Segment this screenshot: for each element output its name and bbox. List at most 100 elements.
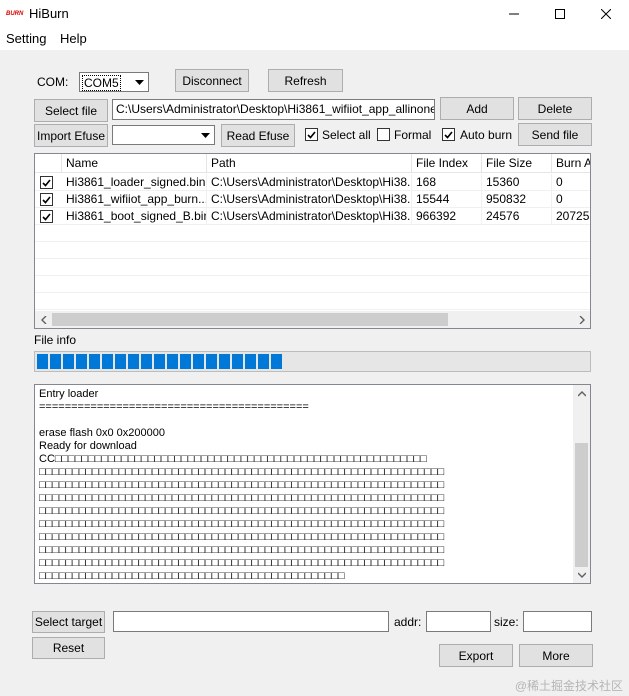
import-efuse-button[interactable]: Import Efuse — [34, 124, 108, 147]
horizontal-scrollbar[interactable] — [35, 311, 590, 328]
menu-help[interactable]: Help — [60, 31, 87, 46]
file-list-header: Name Path File Index File Size Burn A — [35, 154, 590, 173]
cell-index: 15544 — [412, 191, 482, 208]
progress-block — [206, 354, 217, 369]
cell-name: Hi3861_wifiiot_app_burn... — [62, 191, 207, 208]
file-path-field[interactable]: C:\Users\Administrator\Desktop\Hi3861_wi… — [112, 99, 435, 120]
addr-label: addr: — [394, 615, 422, 629]
auto-burn-checkbox[interactable] — [442, 128, 455, 141]
table-row-empty — [35, 276, 590, 293]
column-header-file-size[interactable]: File Size — [482, 154, 552, 173]
column-header-path[interactable]: Path — [207, 154, 412, 173]
addr-field[interactable] — [426, 611, 491, 632]
checkmark-icon — [42, 195, 51, 204]
minimize-icon — [509, 13, 519, 15]
row-checkbox[interactable] — [40, 176, 53, 189]
formal-checkbox[interactable] — [377, 128, 390, 141]
watermark: @稀土掘金技术社区 — [514, 679, 623, 693]
com-label: COM: — [37, 75, 69, 89]
progress-block — [245, 354, 256, 369]
formal-label: Formal — [394, 128, 432, 142]
progress-block — [232, 354, 243, 369]
progress-block — [115, 354, 126, 369]
file-list[interactable]: Name Path File Index File Size Burn A Hi… — [34, 153, 591, 329]
table-row-empty — [35, 293, 590, 310]
progress-block — [37, 354, 48, 369]
size-label: size: — [494, 615, 519, 629]
hiburn-logo-icon: BURN — [6, 11, 24, 17]
column-header-check[interactable] — [35, 154, 62, 173]
select-target-button[interactable]: Select target — [32, 611, 105, 633]
progress-block — [63, 354, 74, 369]
export-button[interactable]: Export — [439, 644, 513, 667]
cell-burn: 20725 — [552, 208, 590, 225]
scroll-up-icon[interactable] — [573, 385, 590, 402]
com-select[interactable]: COM5 — [79, 72, 149, 92]
checkmark-icon — [307, 130, 316, 139]
disconnect-button[interactable]: Disconnect — [175, 69, 249, 92]
menu-setting[interactable]: Setting — [6, 31, 46, 46]
log-text: Entry loader ===========================… — [39, 388, 445, 582]
select-all-checkbox[interactable] — [305, 128, 318, 141]
efuse-select[interactable] — [112, 125, 215, 145]
size-field[interactable] — [523, 611, 592, 632]
cell-path: C:\Users\Administrator\Desktop\Hi38... — [207, 174, 412, 191]
delete-button[interactable]: Delete — [518, 97, 592, 120]
scroll-right-icon[interactable] — [573, 311, 590, 328]
title-bar: BURN HiBurn — [0, 0, 629, 28]
progress-block — [180, 354, 191, 369]
select-file-button[interactable]: Select file — [34, 99, 108, 122]
log-output[interactable]: Entry loader ===========================… — [34, 384, 591, 584]
vertical-scroll-thumb[interactable] — [575, 443, 588, 567]
more-button[interactable]: More — [519, 644, 593, 667]
auto-burn-label: Auto burn — [460, 128, 513, 142]
send-file-button[interactable]: Send file — [518, 123, 592, 146]
column-header-file-index[interactable]: File Index — [412, 154, 482, 173]
table-row-empty — [35, 259, 590, 276]
checkmark-icon — [42, 178, 51, 187]
target-field[interactable] — [113, 611, 389, 632]
horizontal-scroll-thumb[interactable] — [52, 313, 448, 326]
progress-block — [76, 354, 87, 369]
menu-bar: Setting Help — [0, 28, 629, 50]
chevron-down-icon — [198, 127, 213, 143]
checkmark-icon — [42, 212, 51, 221]
progress-block — [219, 354, 230, 369]
progress-block — [102, 354, 113, 369]
progress-block — [89, 354, 100, 369]
close-icon — [601, 9, 611, 19]
scroll-left-icon[interactable] — [35, 311, 52, 328]
progress-block — [154, 354, 165, 369]
table-row-empty — [35, 225, 590, 242]
cell-name: Hi3861_boot_signed_B.bin — [62, 208, 207, 225]
table-row[interactable]: Hi3861_boot_signed_B.bin C:\Users\Admini… — [35, 208, 590, 225]
minimize-button[interactable] — [491, 0, 537, 28]
column-header-name[interactable]: Name — [62, 154, 207, 173]
progress-fill — [37, 354, 282, 369]
refresh-button[interactable]: Refresh — [268, 69, 343, 92]
row-checkbox[interactable] — [40, 193, 53, 206]
progress-block — [193, 354, 204, 369]
progress-block — [50, 354, 61, 369]
cell-name: Hi3861_loader_signed.bin — [62, 174, 207, 191]
progress-block — [258, 354, 269, 369]
vertical-scrollbar[interactable] — [573, 385, 590, 583]
checkmark-icon — [444, 130, 453, 139]
cell-index: 168 — [412, 174, 482, 191]
table-row-empty — [35, 242, 590, 259]
maximize-icon — [555, 9, 565, 19]
close-button[interactable] — [583, 0, 629, 28]
select-all-label: Select all — [322, 128, 371, 142]
cell-index: 966392 — [412, 208, 482, 225]
column-header-burn-addr[interactable]: Burn A — [552, 154, 590, 173]
add-button[interactable]: Add — [440, 97, 514, 120]
table-row[interactable]: Hi3861_loader_signed.bin C:\Users\Admini… — [35, 174, 590, 191]
read-efuse-button[interactable]: Read Efuse — [221, 124, 295, 147]
maximize-button[interactable] — [537, 0, 583, 28]
progress-block — [128, 354, 139, 369]
scroll-down-icon[interactable] — [573, 566, 590, 583]
row-checkbox[interactable] — [40, 210, 53, 223]
progress-block — [167, 354, 178, 369]
table-row[interactable]: Hi3861_wifiiot_app_burn... C:\Users\Admi… — [35, 191, 590, 208]
reset-button[interactable]: Reset — [32, 637, 105, 659]
